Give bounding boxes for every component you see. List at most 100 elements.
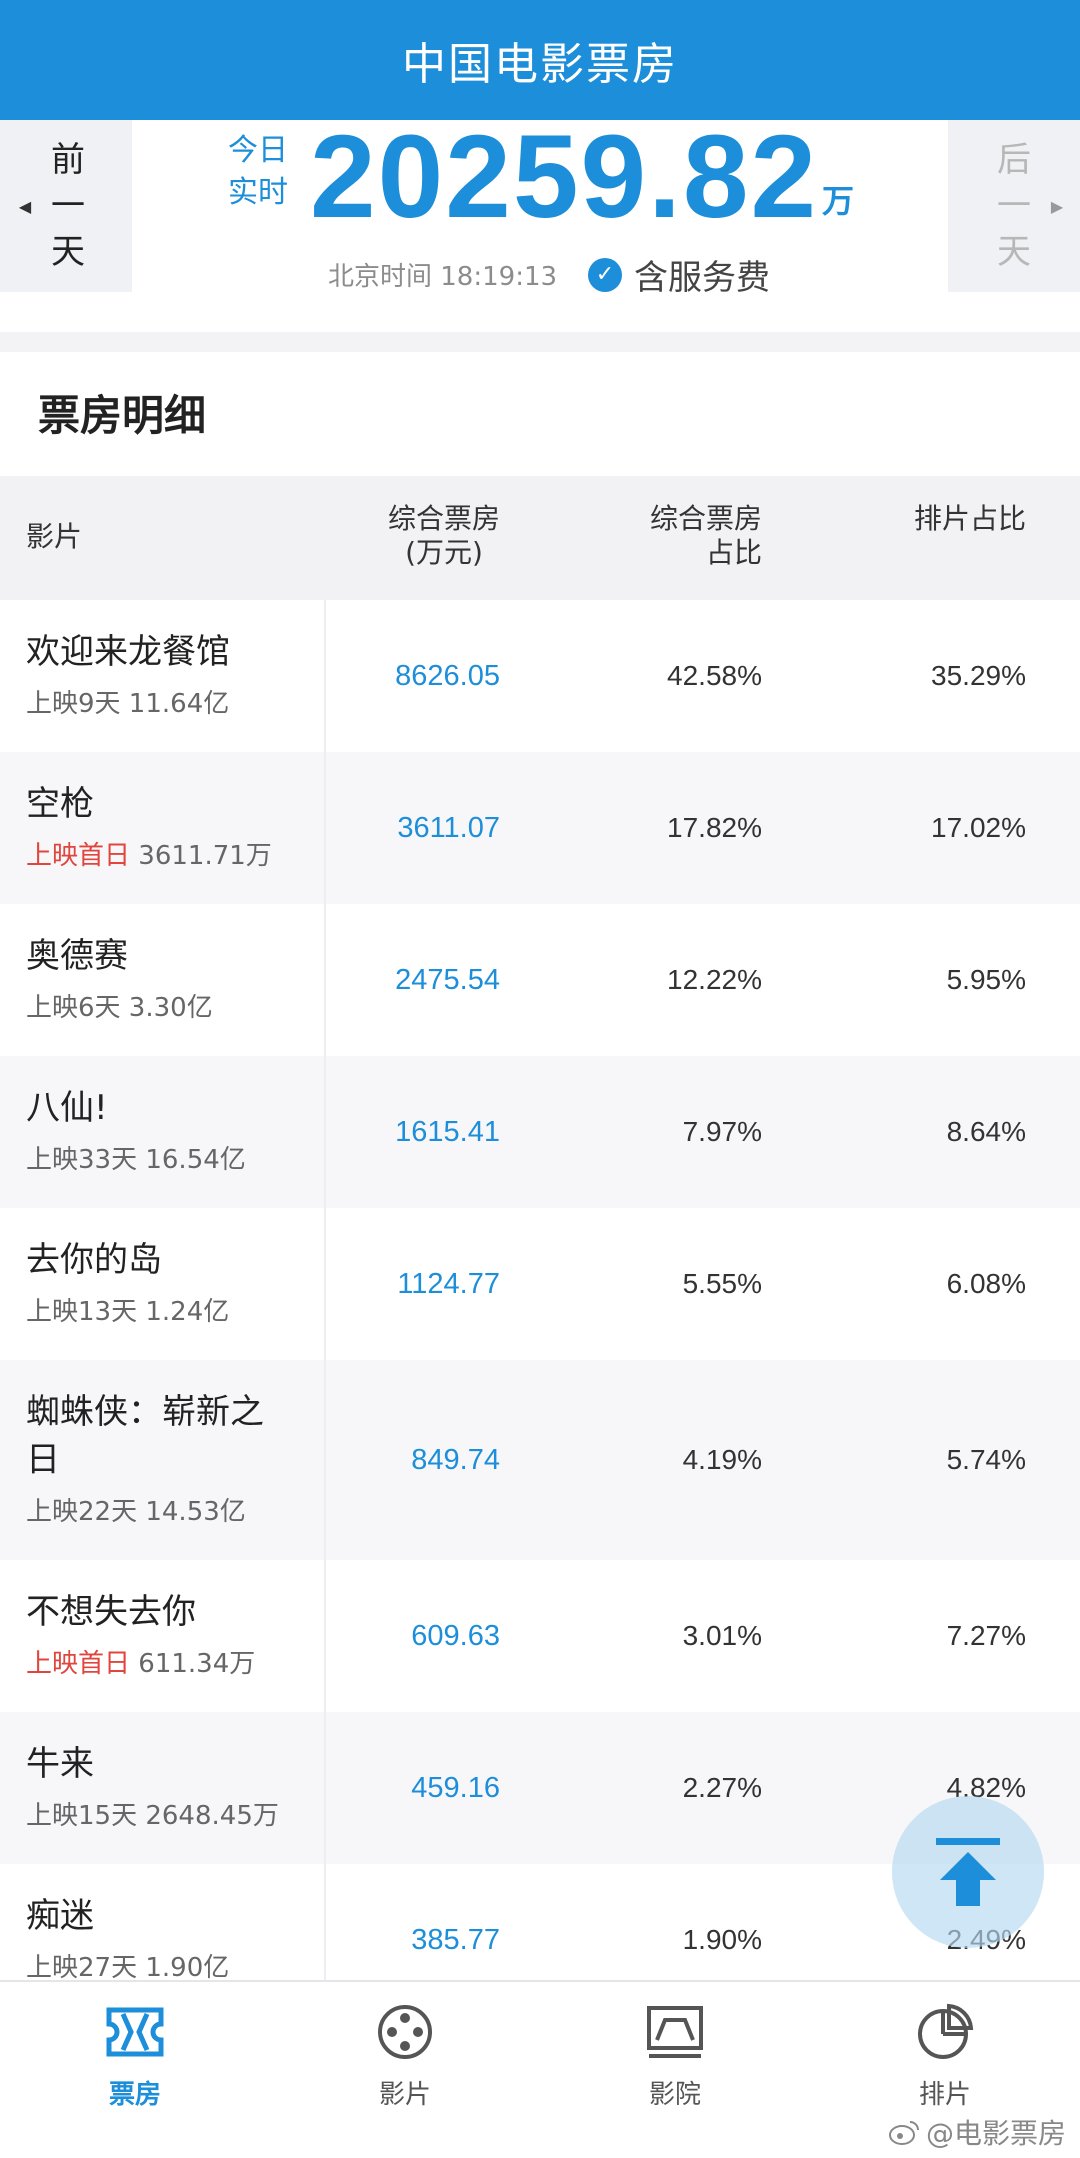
- next-day-label: 后 一 天: [997, 140, 1031, 272]
- box-office-value: 3611.07: [397, 811, 500, 844]
- release-days-total: 上映27天 1.90亿: [26, 1953, 230, 1980]
- film-release-info: 上映27天 1.90亿: [26, 1947, 229, 1980]
- release-days-total: 上映22天 14.53亿: [26, 1497, 246, 1527]
- box-office-value: 459.16: [411, 1771, 500, 1804]
- realtime-summary: ◀ 前 一 天 今日 实时 20259.82 万 北京时间 18:19:13 ✓…: [0, 112, 1080, 332]
- table-header: 影片 综合票房 (万元) 综合票房 占比 排片占比: [0, 476, 1080, 600]
- table-body: 欢迎来龙餐馆 上映9天 11.64亿 8626.05 42.58% 35.29% 空枪 上映…: [0, 600, 1080, 1980]
- film-cell: 牛来上映15天 2648.45万: [0, 1712, 326, 1864]
- schedule-share: 17.02%: [931, 812, 1026, 843]
- col-box-share-header[interactable]: 综合票房 占比: [650, 502, 762, 570]
- box-office-share: 1.90%: [682, 1924, 762, 1955]
- col-film-header[interactable]: 影片: [26, 520, 82, 554]
- film-cell: 去你的岛上映13天 1.24亿: [0, 1208, 326, 1360]
- film-name: 不想失去你: [26, 1592, 196, 1632]
- next-day-button[interactable]: 后 一 天 ▶: [948, 120, 1080, 292]
- film-cell: 蜘蛛侠：崭新之日上映22天 14.53亿: [0, 1360, 326, 1560]
- table-row[interactable]: 不想失去你 上映首日 611.34万 609.63 3.01% 7.27%: [0, 1560, 1080, 1712]
- box-office-value: 849.74: [411, 1443, 500, 1476]
- box-office-share: 7.97%: [682, 1116, 762, 1147]
- film-cell: 痴迷上映27天 1.90亿: [0, 1864, 326, 1980]
- service-fee-label: 含服务费: [634, 258, 770, 298]
- release-days-total: 上映33天 16.54亿: [26, 1145, 246, 1175]
- film-release-info: 上映13天 1.24亿: [26, 1291, 229, 1328]
- today-realtime-label: 今日 实时: [228, 133, 288, 210]
- box-office-share: 3.01%: [682, 1620, 762, 1651]
- col-schedule-share-header[interactable]: 排片占比: [914, 502, 1026, 536]
- weibo-watermark: @电影票房: [888, 2112, 1066, 2152]
- release-days-total: 上映15天 2648.45万: [26, 1801, 279, 1831]
- schedule-share: 7.27%: [946, 1620, 1026, 1651]
- box-office-value: 1124.77: [397, 1267, 500, 1300]
- arrow-up-to-top-icon: [936, 1838, 1000, 1906]
- box-office-share: 5.55%: [682, 1268, 762, 1299]
- cinema-screen-icon: [647, 2006, 703, 2058]
- box-office-share: 42.58%: [667, 660, 762, 691]
- release-days-total: 上映13天 1.24亿: [26, 1297, 230, 1327]
- box-office-value: 8626.05: [395, 659, 500, 692]
- schedule-share: 6.08%: [946, 1268, 1026, 1299]
- app-root: 中国电影票房 ◀ 前 一 天 今日 实时 20259.82 万 北京时间 18:…: [0, 0, 1080, 2158]
- schedule-share: 8.64%: [946, 1116, 1026, 1147]
- film-name: 欢迎来龙餐馆: [26, 632, 230, 672]
- schedule-share: 5.74%: [946, 1444, 1026, 1475]
- box-office-share: 4.19%: [682, 1444, 762, 1475]
- release-days-total: 上映9天 11.64亿: [26, 689, 230, 719]
- nav-label-films: 影片: [378, 2080, 431, 2110]
- check-circle-icon: ✓: [588, 257, 622, 292]
- previous-day-label: 前 一 天: [51, 140, 85, 272]
- film-name: 去你的岛: [26, 1240, 162, 1280]
- previous-day-button[interactable]: ◀ 前 一 天: [0, 120, 132, 292]
- weibo-icon: [888, 2121, 919, 2145]
- table-row[interactable]: 空枪 上映首日 3611.71万 3611.07 17.82% 17.02%: [0, 752, 1080, 904]
- film-name: 痴迷: [26, 1896, 94, 1936]
- service-fee-toggle[interactable]: ✓ 含服务费: [588, 250, 770, 299]
- nav-item-box-office[interactable]: 票房: [0, 1982, 270, 2158]
- film-cell: 奥德赛上映6天 3.30亿: [0, 904, 326, 1056]
- box-office-share: 2.27%: [682, 1772, 762, 1803]
- beijing-time: 北京时间 18:19:13: [328, 262, 558, 292]
- table-row[interactable]: 去你的岛上映13天 1.24亿 1124.77 5.55% 6.08%: [0, 1208, 1080, 1360]
- app-header: 中国电影票房: [0, 0, 1080, 120]
- film-cell: 八仙! 上映33天 16.54亿: [0, 1056, 326, 1208]
- schedule-share: 35.29%: [931, 660, 1026, 691]
- ticket-icon: [106, 2007, 164, 2057]
- film-release-info: 上映6天 3.30亿: [26, 987, 213, 1024]
- total-box-office: 20259.82: [310, 111, 819, 243]
- film-name: 蜘蛛侠：崭新之日: [26, 1392, 264, 1480]
- box-office-detail: 票房明细 影片 综合票房 (万元) 综合票房 占比 排片占比 欢迎来龙餐馆 上映9…: [0, 352, 1080, 1980]
- film-release-info: 上映15天 2648.45万: [26, 1795, 279, 1832]
- nav-label-box-office: 票房: [108, 2080, 161, 2110]
- table-row[interactable]: 奥德赛上映6天 3.30亿 2475.54 12.22% 5.95%: [0, 904, 1080, 1056]
- nav-item-films[interactable]: 影片: [270, 1982, 540, 2158]
- release-days-total: 上映6天 3.30亿: [26, 993, 213, 1023]
- box-office-value: 385.77: [411, 1923, 500, 1956]
- watermark-text: @电影票房: [925, 2117, 1066, 2150]
- film-release-info: 上映33天 16.54亿: [26, 1139, 246, 1176]
- film-name: 奥德赛: [26, 936, 128, 976]
- box-office-share: 17.82%: [667, 812, 762, 843]
- box-office-share: 12.22%: [667, 964, 762, 995]
- schedule-share: 5.95%: [946, 964, 1026, 995]
- nav-label-cinemas: 影院: [648, 2080, 701, 2110]
- table-row[interactable]: 蜘蛛侠：崭新之日上映22天 14.53亿 849.74 4.19% 5.74%: [0, 1360, 1080, 1560]
- nav-label-schedule: 排片: [918, 2080, 971, 2110]
- film-name: 八仙!: [26, 1088, 108, 1128]
- release-first-day: 上映首日: [26, 841, 131, 871]
- caret-left-icon: ◀: [18, 196, 32, 216]
- film-name: 牛来: [26, 1744, 94, 1784]
- table-row[interactable]: 八仙! 上映33天 16.54亿 1615.41 7.97% 8.64%: [0, 1056, 1080, 1208]
- scroll-to-top-button[interactable]: [892, 1796, 1044, 1948]
- caret-right-icon: ▶: [1050, 196, 1064, 216]
- table-row[interactable]: 欢迎来龙餐馆上映9天 11.64亿 8626.05 42.58% 35.29%: [0, 600, 1080, 752]
- film-cell: 欢迎来龙餐馆上映9天 11.64亿: [0, 600, 326, 752]
- film-release-info: 上映首日 3611.71万: [26, 835, 272, 872]
- box-office-value: 609.63: [411, 1619, 500, 1652]
- release-days-total: 3611.71万: [130, 841, 272, 871]
- nav-item-cinemas[interactable]: 影院: [540, 1982, 810, 2158]
- film-reel-icon: [378, 2005, 432, 2059]
- film-cell: 不想失去你 上映首日 611.34万: [0, 1560, 326, 1712]
- col-box-office-header[interactable]: 综合票房 (万元): [388, 502, 500, 570]
- box-office-value: 2475.54: [395, 963, 500, 996]
- pie-chart-icon: [918, 2003, 974, 2059]
